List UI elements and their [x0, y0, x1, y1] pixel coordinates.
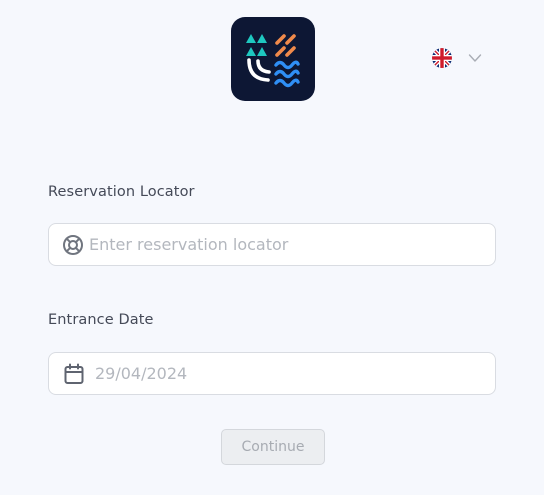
uk-flag-icon	[432, 48, 452, 68]
reservation-locator-label: Reservation Locator	[48, 184, 195, 200]
reservation-locator-field[interactable]	[48, 223, 496, 266]
entrance-date-input[interactable]	[95, 353, 495, 394]
entrance-date-label: Entrance Date	[48, 312, 154, 328]
calendar-icon[interactable]	[49, 363, 95, 385]
continue-button[interactable]: Continue	[221, 429, 325, 465]
chevron-down-icon[interactable]	[468, 53, 482, 63]
reservation-locator-input[interactable]	[89, 224, 495, 265]
app-logo-icon	[231, 17, 315, 101]
language-selector[interactable]	[432, 47, 482, 69]
entrance-date-field[interactable]	[48, 352, 496, 395]
lifebuoy-icon	[49, 234, 89, 256]
